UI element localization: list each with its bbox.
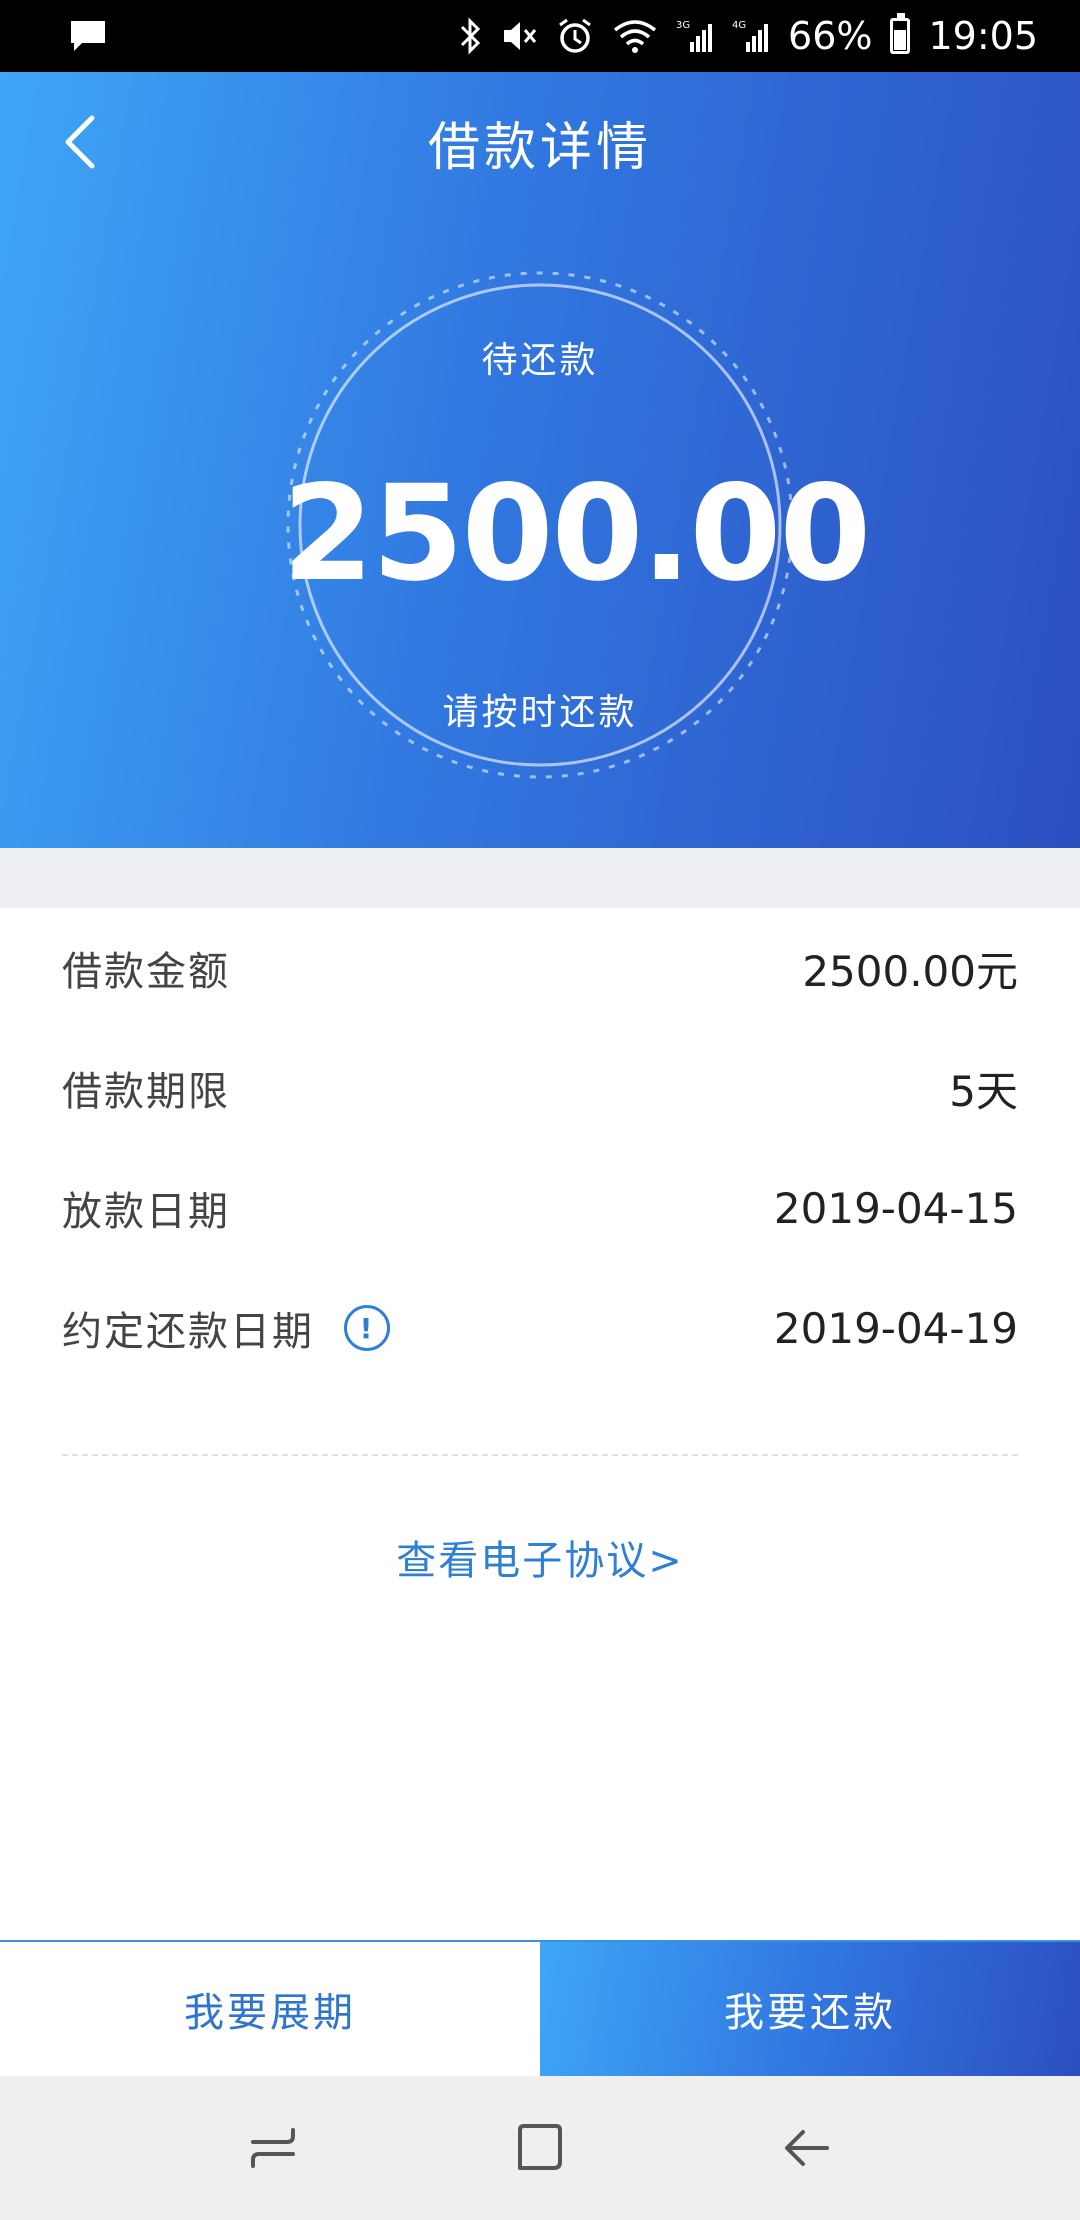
svg-text:4G: 4G: [732, 20, 746, 31]
detail-row-amount: 借款金额 2500.00元: [0, 908, 1080, 1028]
pending-repay-label: 待还款: [481, 340, 599, 381]
header-hero: 借款详情 待还款 2500.00 请按时还款: [0, 72, 1080, 848]
pending-amount: 2500.00: [282, 457, 871, 611]
chevron-left-icon: [65, 115, 95, 169]
clock: 19:05: [928, 14, 1038, 58]
back-button[interactable]: [40, 102, 120, 182]
svg-text:3G: 3G: [676, 20, 690, 31]
recent-apps-button[interactable]: [223, 2098, 323, 2198]
detail-value: 2019-04-15: [773, 1183, 1018, 1233]
detail-label: 放款日期: [62, 1189, 230, 1235]
system-nav-bar: [0, 2076, 1080, 2220]
action-bar: 我要展期 我要还款: [0, 1940, 1080, 2076]
detail-label-wrap: 约定还款日期 !: [62, 1299, 390, 1357]
battery-icon: [890, 13, 911, 54]
detail-value: 5天: [949, 1066, 1018, 1116]
info-icon[interactable]: !: [344, 1305, 390, 1351]
dashed-divider: [62, 1454, 1018, 1456]
detail-label: 约定还款日期: [62, 1309, 314, 1355]
nav-bar: 借款详情: [0, 72, 1080, 212]
recent-apps-icon: [251, 2128, 296, 2168]
detail-value: 2019-04-19: [773, 1303, 1018, 1353]
detail-row-disburse-date: 放款日期 2019-04-15: [0, 1148, 1080, 1268]
loan-details: 借款金额 2500.00元 借款期限 5天 放款日期 2019-04-15 约定…: [0, 908, 1080, 1388]
repay-button[interactable]: 我要还款: [540, 1942, 1080, 2076]
back-icon: [784, 2130, 829, 2166]
detail-row-term: 借款期限 5天: [0, 1028, 1080, 1148]
bluetooth-icon: [458, 17, 482, 55]
section-divider: [0, 848, 1080, 908]
signal-4g-icon: 4G: [732, 18, 770, 54]
view-agreement-link[interactable]: 查看电子协议>: [0, 1528, 1080, 1586]
status-bar: 3G 4G 66% 19:05: [0, 0, 1080, 72]
mute-icon: [500, 18, 538, 54]
alarm-icon: [556, 17, 594, 55]
battery-percent: 66%: [788, 14, 873, 58]
extend-loan-button[interactable]: 我要展期: [0, 1942, 540, 2076]
page-title: 借款详情: [427, 117, 652, 178]
signal-3g-icon: 3G: [676, 18, 714, 54]
repay-on-time-hint: 请按时还款: [442, 692, 638, 733]
home-icon: [517, 2124, 562, 2170]
detail-label: 借款期限: [62, 1069, 230, 1115]
detail-value: 2500.00元: [802, 946, 1018, 996]
detail-label: 借款金额: [62, 949, 230, 995]
system-back-button[interactable]: [757, 2098, 857, 2198]
message-icon: [68, 18, 108, 54]
home-button[interactable]: [490, 2098, 590, 2198]
wifi-icon: [612, 18, 658, 54]
detail-row-due-date: 约定还款日期 ! 2019-04-19: [0, 1268, 1080, 1388]
amount-ring: 待还款 2500.00 请按时还款: [282, 267, 871, 783]
